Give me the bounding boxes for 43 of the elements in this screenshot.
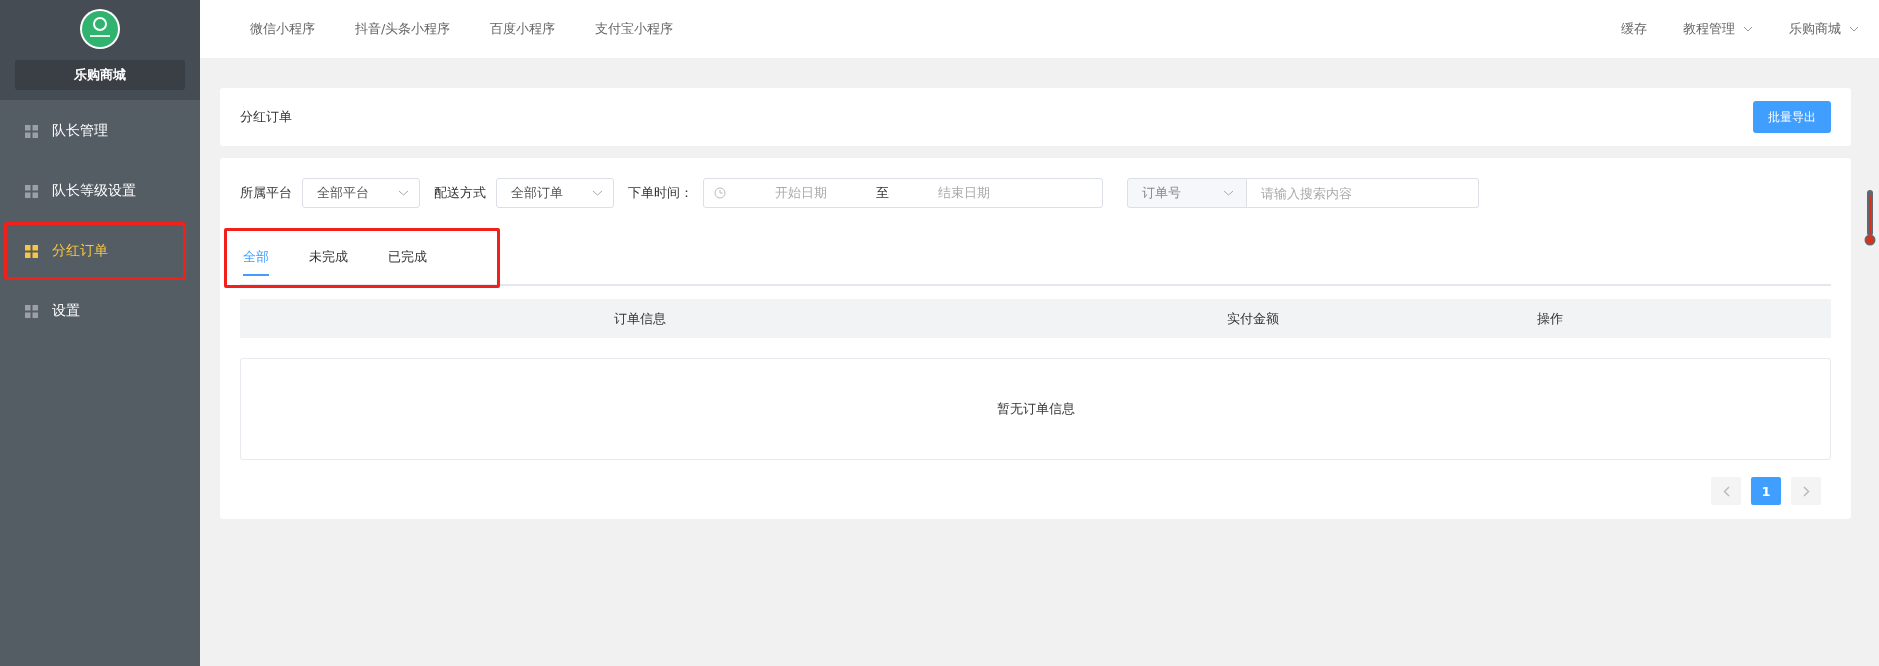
search-type-select[interactable]: 订单号 [1127, 178, 1247, 208]
nav-menu[interactable]: 教程管理 [1683, 20, 1753, 38]
nav-menu[interactable]: 乐购商城 [1789, 20, 1859, 38]
delivery-select[interactable]: 全部订单 [496, 178, 614, 208]
filter-label: 配送方式 [434, 184, 486, 202]
next-page-button[interactable] [1791, 477, 1821, 505]
sidebar-item[interactable]: 队长等级设置 [4, 162, 186, 220]
platform-select[interactable]: 全部平台 [302, 178, 420, 208]
brand-name: 乐购商城 [15, 60, 185, 90]
chevron-down-icon [1743, 26, 1753, 32]
chevron-down-icon [592, 190, 603, 196]
date-range-picker[interactable]: 开始日期 至 结束日期 [703, 178, 1103, 208]
empty-message: 暂无订单信息 [996, 400, 1075, 418]
platform-tab[interactable]: 支付宝小程序 [595, 20, 674, 38]
platform-tab[interactable]: 微信小程序 [250, 20, 315, 38]
chevron-right-icon [1802, 485, 1810, 497]
grid-icon [25, 124, 38, 138]
chevron-down-icon [1849, 26, 1859, 32]
logo-icon [79, 8, 121, 50]
platform-tab[interactable]: 百度小程序 [490, 20, 556, 38]
platform-tab[interactable]: 抖音/头条小程序 [355, 20, 451, 38]
filter-label: 所属平台 [240, 184, 292, 202]
column-header: 订单信息 [613, 309, 667, 328]
thermometer-icon [1864, 189, 1876, 247]
chevron-left-icon [1722, 485, 1730, 497]
chevron-down-icon [1223, 190, 1234, 196]
grid-icon [25, 184, 38, 198]
sidebar-item[interactable]: 设置 [4, 282, 186, 340]
clock-icon [714, 187, 726, 199]
sidebar-item[interactable]: 分红订单 [4, 222, 186, 280]
page-title: 分红订单 [240, 108, 292, 126]
filter-label: 下单时间： [628, 184, 693, 202]
chevron-down-icon [398, 190, 409, 196]
nav-menu[interactable]: 缓存 [1621, 20, 1647, 38]
column-header: 操作 [1536, 309, 1564, 328]
search-field[interactable]: 请输入搜索内容 [1247, 178, 1479, 208]
sidebar-item[interactable]: 队长管理 [4, 102, 186, 160]
grid-icon [25, 244, 38, 258]
order-tab[interactable]: 未完成 [309, 240, 348, 276]
previous-page-button[interactable] [1711, 477, 1741, 505]
grid-icon [25, 304, 38, 318]
column-header: 实付金额 [1225, 309, 1280, 328]
order-tab[interactable]: 已完成 [388, 240, 427, 276]
